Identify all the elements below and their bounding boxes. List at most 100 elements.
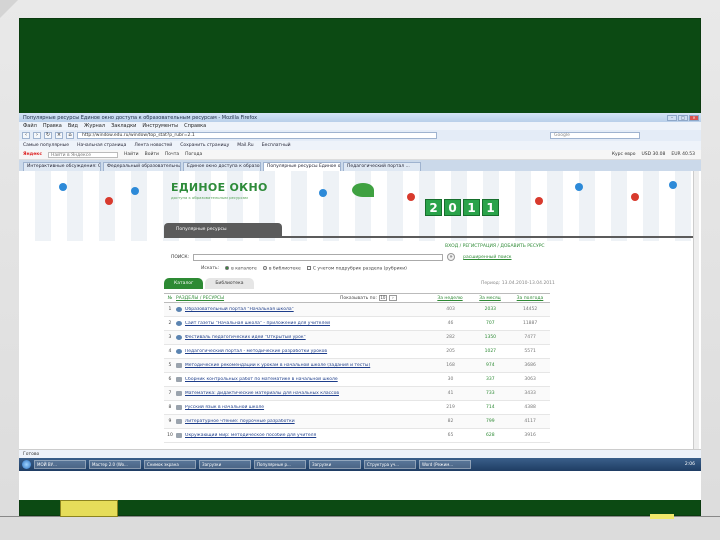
table-row: 2 Сайт газеты "Начальная школа" - приложе… — [164, 317, 550, 331]
browser-tab[interactable]: Федеральный образовательный... — [103, 162, 181, 171]
taskbar-button[interactable]: Снимок экрана — [144, 460, 196, 469]
resource-link[interactable]: Литературное чтение: поурочные разработк… — [185, 419, 431, 424]
views-month: 1027 — [484, 349, 497, 354]
views-week: 82 — [447, 419, 454, 424]
header-month[interactable]: За месяц — [470, 296, 510, 301]
bookmark-item[interactable]: Mail.Ru — [237, 143, 253, 148]
search-input[interactable]: Google — [550, 132, 640, 139]
search-filters: Искать: в каталоге в библиотеке С учетом… — [201, 266, 407, 272]
views-month: 2033 — [484, 307, 497, 312]
resource-link[interactable]: Сайт газеты "Начальная школа" - приложен… — [185, 321, 431, 326]
filter-library-radio[interactable]: в библиотеке — [262, 266, 301, 272]
toolbar-item[interactable]: Найти — [124, 152, 139, 157]
menu-item-history[interactable]: Журнал — [84, 123, 105, 129]
menu-item-bookmarks[interactable]: Закладки — [111, 123, 136, 129]
resource-link[interactable]: Сборник контрольных работ по математике … — [185, 377, 431, 382]
radio-on-icon — [225, 266, 230, 270]
resource-link[interactable]: Математика: дидактические материалы для … — [185, 391, 431, 396]
resource-link[interactable]: Методические рекомендации к урокам в нач… — [185, 363, 431, 368]
checkbox-icon — [306, 266, 311, 270]
home-icon[interactable]: ⌂ — [66, 132, 74, 139]
bookmarks-bar: Самые популярные Начальная страница Лент… — [19, 141, 701, 150]
toolbar-item[interactable]: Почта — [165, 152, 179, 157]
per-page-go-icon[interactable]: › — [388, 295, 397, 301]
menu-item-edit[interactable]: Правка — [43, 123, 62, 129]
bookmark-item[interactable]: Бесплатный — [262, 143, 291, 148]
tab-library[interactable]: Библиотека — [205, 278, 254, 289]
site-search-input[interactable] — [193, 253, 444, 261]
taskbar-button[interactable]: МОЙ ВУ... — [34, 460, 86, 469]
header-title[interactable]: РАЗДЕЛЫ / РЕСУРСЫ — [176, 296, 340, 301]
bookmark-item[interactable]: Сохранить страницу — [180, 143, 229, 148]
resource-link[interactable]: Педагогический портал - методические раз… — [185, 349, 431, 354]
year-digit: 2 — [425, 199, 442, 216]
toolbar-item[interactable]: Войти — [145, 152, 159, 157]
resource-link[interactable]: Русский язык в начальной школе — [185, 405, 431, 410]
maximize-button[interactable]: □ — [678, 114, 688, 121]
row-number: 2 — [168, 321, 172, 326]
browser-tab[interactable]: Педагогический портал ... — [343, 162, 421, 171]
header-halfyear[interactable]: За полгода — [510, 296, 550, 301]
yandex-logo[interactable]: Яндекс — [23, 152, 42, 157]
filter-option-label: С учетом подрубрик раздела (рубрики) — [312, 266, 407, 272]
row-number: 1 — [168, 307, 172, 312]
bookmark-item[interactable]: Лента новостей — [134, 143, 172, 148]
globe-icon — [175, 335, 182, 340]
resource-link[interactable]: Окружающий мир: методическое пособие для… — [185, 433, 431, 438]
advanced-search-link[interactable]: расширенный поиск — [463, 255, 511, 260]
site-logo-subtitle: доступа к образовательным ресурсам — [171, 195, 248, 200]
views-month: 799 — [486, 419, 495, 424]
views-week: 46 — [447, 321, 454, 326]
views-week: 205 — [446, 349, 455, 354]
views-week: 403 — [446, 307, 455, 312]
header-decoration — [19, 171, 701, 241]
menu-item-view[interactable]: Вид — [68, 123, 78, 129]
back-icon[interactable]: ‹ — [22, 132, 30, 139]
address-bar[interactable]: http://window.edu.ru/window/top_stat?p_r… — [77, 132, 437, 139]
minimize-button[interactable]: – — [667, 114, 677, 121]
auth-links[interactable]: ВХОД / РЕГИСТРАЦИЯ / ДОБАВИТЬ РЕСУРС — [445, 244, 545, 249]
taskbar-button[interactable]: Загрузки — [309, 460, 361, 469]
table-row: 8 Русский язык в начальной школе 219 714 438… — [164, 401, 550, 415]
browser-tab[interactable]: Интерактивные обсуждения: Офи... — [23, 162, 101, 171]
menu-item-tools[interactable]: Инструменты — [142, 123, 178, 129]
bookmark-item[interactable]: Начальная страница — [77, 143, 126, 148]
window-title: Популярные ресурсы Единое окно доступа к… — [23, 114, 258, 121]
filter-option-label: в библиотеке — [268, 266, 301, 272]
views-month: 628 — [486, 433, 495, 438]
reload-icon[interactable]: ↻ — [44, 132, 52, 139]
start-button-icon[interactable] — [22, 460, 31, 469]
close-button[interactable]: × — [689, 114, 699, 121]
menu-item-file[interactable]: Файл — [23, 123, 37, 129]
taskbar-button[interactable]: Word (Режим... — [419, 460, 471, 469]
taskbar-button[interactable]: Популярные р... — [254, 460, 306, 469]
document-icon — [175, 363, 182, 368]
radio-off-icon — [262, 266, 267, 270]
taskbar-button[interactable]: Структура уч... — [364, 460, 416, 469]
browser-screenshot: Популярные ресурсы Единое окно доступа к… — [19, 113, 701, 500]
globe-icon — [175, 307, 182, 312]
bookmark-item[interactable]: Самые популярные — [23, 143, 69, 148]
tab-catalog[interactable]: Каталог — [164, 278, 204, 289]
taskbar-button[interactable]: Загрузки — [199, 460, 251, 469]
site-logo[interactable]: ЕДИНОЕ ОКНО — [171, 181, 268, 194]
search-button[interactable]: » — [447, 253, 456, 261]
browser-tab[interactable]: Единое окно доступа к образоват... — [183, 162, 261, 171]
forward-icon[interactable]: › — [33, 132, 41, 139]
menu-item-help[interactable]: Справка — [184, 123, 206, 129]
page-scrollbar[interactable] — [693, 171, 699, 449]
ornament-icon — [105, 197, 113, 205]
header-week[interactable]: За неделю — [430, 296, 470, 301]
resource-link[interactable]: Фестиваль педагогических идей "Открытый … — [185, 335, 431, 340]
taskbar-button[interactable]: Мастер 2.0 (Wo... — [89, 460, 141, 469]
filter-subrubrics-checkbox[interactable]: С учетом подрубрик раздела (рубрики) — [306, 266, 407, 272]
stop-icon[interactable]: × — [55, 132, 63, 139]
filter-catalog-radio[interactable]: в каталоге — [225, 266, 257, 272]
table-row: 4 Педагогический портал - методические ра… — [164, 345, 550, 359]
per-page-select[interactable]: 10 — [378, 295, 387, 301]
resource-link[interactable]: Образовательный портал "Начальная школа" — [185, 307, 431, 312]
yandex-search-input[interactable]: Найти в Яндексе — [47, 151, 118, 158]
browser-tab-active[interactable]: Популярные ресурсы Единое окно... — [263, 162, 341, 171]
date-range: Период: 13.04.2010-13.04.2011 — [481, 281, 555, 286]
toolbar-item[interactable]: Погода — [185, 152, 202, 157]
